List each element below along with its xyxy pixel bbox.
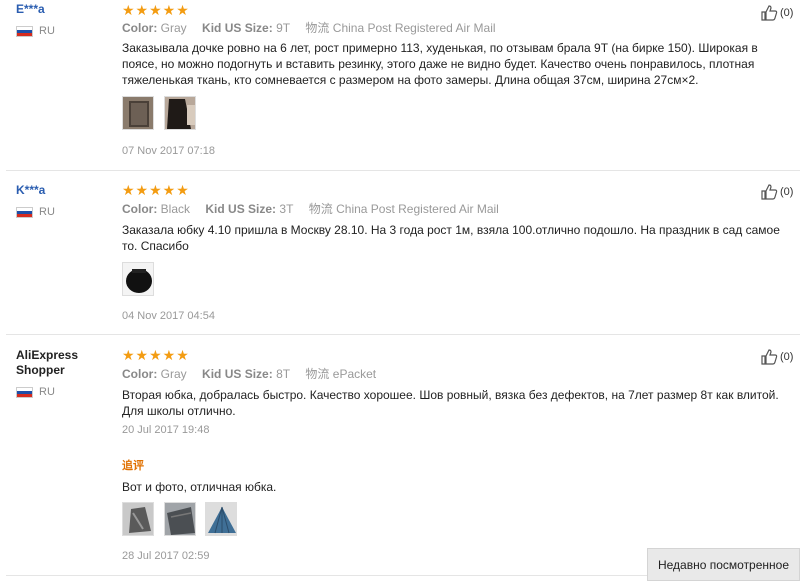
star-rating: ★★★★★ (122, 347, 190, 363)
reviewer-country: RU (16, 206, 55, 218)
reviewer-name[interactable]: E***a (16, 2, 45, 17)
like-count: (0) (780, 186, 794, 198)
like-button[interactable]: (0) (760, 348, 793, 366)
reviewer-name[interactable]: K***a (16, 183, 45, 198)
review-photo[interactable] (164, 502, 196, 536)
skirt-photo-icon (206, 503, 236, 535)
skirt-photo-icon (123, 503, 153, 535)
shipping-icon: 物流 (305, 21, 330, 35)
shipping-icon: 物流 (305, 367, 330, 381)
review-photo[interactable] (122, 262, 154, 296)
review-text: Заказала юбку 4.10 пришла в Москву 28.10… (122, 223, 780, 253)
like-count: (0) (780, 7, 794, 19)
thumbs-up-icon (761, 349, 778, 365)
color-value: Gray (160, 367, 187, 381)
size-value: 8T (276, 367, 291, 381)
like-count: (0) (780, 351, 794, 363)
review-text: Вторая юбка, добралась быстро. Качество … (122, 388, 779, 418)
like-button[interactable]: (0) (760, 183, 793, 201)
review-photo[interactable] (122, 502, 154, 536)
additional-review-label: 追评 (122, 460, 144, 472)
flag-ru-icon (16, 25, 33, 37)
color-label: Color: (122, 367, 158, 381)
thumbs-up-icon (761, 5, 778, 21)
review-photo[interactable] (205, 502, 237, 536)
size-label: Kid US Size: (202, 367, 273, 381)
color-label: Color: (122, 21, 158, 35)
country-code: RU (39, 386, 55, 398)
color-value: Gray (160, 21, 187, 35)
order-attributes: Color: Gray Kid US Size: 9T 物流 China Pos… (122, 21, 496, 35)
order-attributes: Color: Gray Kid US Size: 8T 物流 ePacket (122, 367, 376, 381)
order-attributes: Color: Black Kid US Size: 3T 物流 China Po… (122, 202, 499, 216)
country-code: RU (39, 25, 55, 37)
review-date: 20 Jul 2017 19:48 (122, 424, 210, 436)
country-code: RU (39, 206, 55, 218)
star-rating: ★★★★★ (122, 2, 190, 18)
reviewer-country: RU (16, 25, 55, 37)
like-button[interactable]: (0) (760, 4, 793, 22)
review-date: 04 Nov 2017 04:54 (122, 310, 215, 322)
flag-ru-icon (16, 206, 33, 218)
additional-review-text: Вот и фото, отличная юбка. (122, 480, 277, 494)
additional-review-date: 28 Jul 2017 02:59 (122, 550, 210, 562)
review-text: Заказывала дочке ровно на 6 лет, рост пр… (122, 41, 758, 87)
size-value: 9T (276, 21, 291, 35)
reviewer-country: RU (16, 386, 55, 398)
review-photo[interactable] (164, 96, 196, 130)
divider (6, 170, 800, 171)
divider (6, 334, 800, 335)
shipping-icon: 物流 (308, 202, 333, 216)
size-label: Kid US Size: (205, 202, 277, 216)
skirt-photo-icon (165, 97, 195, 129)
shipping-value: ePacket (332, 367, 377, 381)
size-value: 3T (279, 202, 294, 216)
shipping-value: China Post Registered Air Mail (332, 21, 496, 35)
shipping-value: China Post Registered Air Mail (336, 202, 499, 216)
flag-ru-icon (16, 386, 33, 398)
reviewer-name: AliExpress Shopper (16, 348, 79, 377)
color-label: Color: (122, 202, 158, 216)
skirt-photo-icon (123, 263, 153, 295)
review-photo[interactable] (122, 96, 154, 130)
review-date: 07 Nov 2017 07:18 (122, 145, 215, 157)
size-label: Kid US Size: (202, 21, 273, 35)
skirt-photo-icon (165, 503, 195, 535)
skirt-photo-icon (123, 97, 153, 129)
recently-viewed-button[interactable]: Недавно посмотренное (647, 548, 800, 581)
star-rating: ★★★★★ (122, 182, 190, 198)
color-value: Black (160, 202, 191, 216)
thumbs-up-icon (761, 184, 778, 200)
